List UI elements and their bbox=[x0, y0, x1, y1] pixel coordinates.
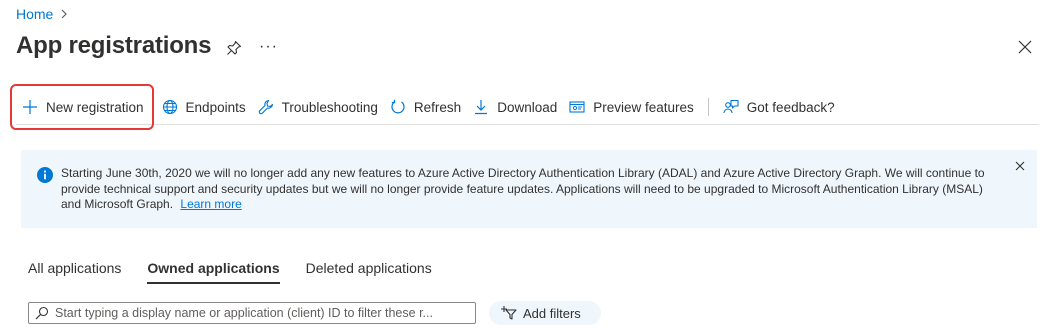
tab-owned-applications[interactable]: Owned applications bbox=[147, 258, 280, 284]
breadcrumb: Home bbox=[16, 6, 69, 22]
endpoints-button[interactable]: Endpoints bbox=[156, 92, 252, 122]
preview-features-label: Preview features bbox=[593, 99, 694, 115]
banner-message: Starting June 30th, 2020 we will no long… bbox=[61, 166, 996, 213]
close-icon[interactable] bbox=[1015, 161, 1025, 171]
chevron-right-icon bbox=[61, 9, 68, 19]
toolbar-divider bbox=[707, 98, 709, 116]
download-button[interactable]: Download bbox=[467, 92, 563, 122]
tab-all-applications[interactable]: All applications bbox=[28, 258, 121, 284]
close-icon[interactable] bbox=[1018, 40, 1032, 54]
preview-features-icon bbox=[569, 101, 585, 113]
info-banner: Starting June 30th, 2020 we will no long… bbox=[21, 150, 1037, 228]
search-box bbox=[28, 302, 476, 324]
troubleshooting-label: Troubleshooting bbox=[281, 99, 378, 115]
troubleshooting-button[interactable]: Troubleshooting bbox=[252, 92, 384, 122]
add-filters-button[interactable]: Add filters bbox=[489, 301, 601, 325]
feedback-button[interactable]: Got feedback? bbox=[717, 92, 841, 122]
learn-more-link[interactable]: Learn more bbox=[180, 197, 241, 211]
feedback-label: Got feedback? bbox=[746, 99, 835, 115]
command-bar: New registration Endpoints Troubleshooti… bbox=[10, 84, 1039, 130]
endpoints-label: Endpoints bbox=[185, 99, 246, 115]
download-label: Download bbox=[497, 99, 558, 115]
preview-features-button[interactable]: Preview features bbox=[563, 92, 700, 122]
new-registration-label: New registration bbox=[46, 99, 144, 115]
app-registrations-page: Home App registrations ··· New registrat… bbox=[0, 0, 1055, 335]
globe-icon bbox=[162, 99, 177, 115]
search-input[interactable] bbox=[49, 306, 475, 320]
feedback-icon bbox=[723, 99, 739, 114]
tab-deleted-applications[interactable]: Deleted applications bbox=[306, 258, 432, 284]
search-icon bbox=[35, 306, 49, 320]
wrench-icon bbox=[258, 99, 273, 115]
breadcrumb-home-link[interactable]: Home bbox=[16, 6, 53, 22]
refresh-button[interactable]: Refresh bbox=[384, 92, 467, 122]
info-icon bbox=[37, 167, 53, 183]
refresh-icon bbox=[391, 99, 405, 114]
pin-icon[interactable] bbox=[226, 40, 242, 56]
add-filter-icon bbox=[501, 306, 517, 320]
new-registration-button[interactable]: New registration bbox=[10, 84, 154, 130]
download-icon bbox=[475, 100, 488, 115]
page-title: App registrations bbox=[16, 32, 212, 59]
refresh-label: Refresh bbox=[413, 99, 462, 115]
plus-icon bbox=[23, 100, 37, 114]
add-filters-label: Add filters bbox=[523, 305, 581, 321]
tab-list: All applications Owned applications Dele… bbox=[28, 258, 458, 284]
more-options-icon[interactable]: ··· bbox=[259, 38, 278, 56]
